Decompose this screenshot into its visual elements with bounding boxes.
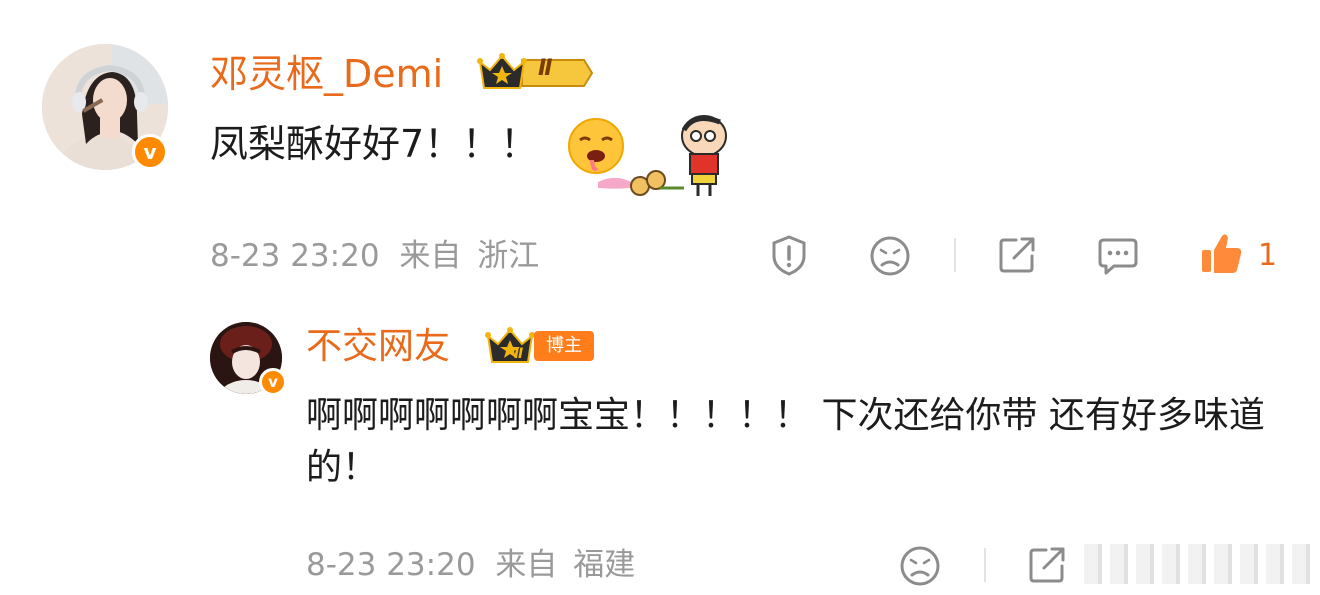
reply-time: 8-23 23:20 — [306, 547, 476, 583]
like-count: 1 — [1258, 238, 1278, 273]
crown-icon — [477, 53, 594, 89]
comment-username[interactable]: 邓灵枢_Demi — [210, 50, 443, 98]
cartoon-sticker-icon — [598, 108, 730, 204]
level-badge: Ⅱ — [476, 52, 594, 98]
comment-meta: 8-23 23:20 来自 浙江 — [210, 234, 539, 278]
reply-level-label: Ⅱ — [514, 346, 524, 362]
level-badge-label: Ⅱ — [538, 56, 553, 81]
share-icon[interactable] — [996, 234, 1038, 280]
comment-text: 凤梨酥好好7！！！ — [210, 122, 539, 166]
reply-level-badge: Ⅱ — [484, 326, 536, 372]
report-icon[interactable] — [768, 234, 810, 280]
action-divider — [954, 238, 956, 272]
reply-username[interactable]: 不交网友 — [306, 324, 450, 370]
crown-icon — [485, 327, 535, 363]
verified-badge-icon: v — [132, 134, 168, 170]
comment-time: 8-23 23:20 — [210, 238, 380, 274]
reply-share-icon[interactable] — [1026, 544, 1068, 590]
blogger-badge: 博主 — [534, 331, 594, 361]
action-divider — [984, 548, 986, 582]
obscured-area — [1084, 544, 1310, 584]
verified-badge-icon: v — [259, 368, 287, 396]
reply-dislike-icon[interactable] — [898, 544, 942, 592]
reply-icon[interactable] — [1096, 234, 1140, 282]
reply-location: 福建 — [573, 547, 636, 583]
reply-meta: 8-23 23:20 来自 福建 — [306, 543, 635, 587]
comment-location: 浙江 — [477, 238, 540, 274]
reply-from-label: 来自 — [495, 547, 558, 583]
reply-text: 啊啊啊啊啊啊啊宝宝！！！！！ 下次还给你带 还有好多味道的！ — [306, 395, 1265, 488]
comment-from-label: 来自 — [399, 238, 462, 274]
dislike-icon[interactable] — [868, 234, 912, 282]
like-icon[interactable] — [1198, 230, 1244, 280]
